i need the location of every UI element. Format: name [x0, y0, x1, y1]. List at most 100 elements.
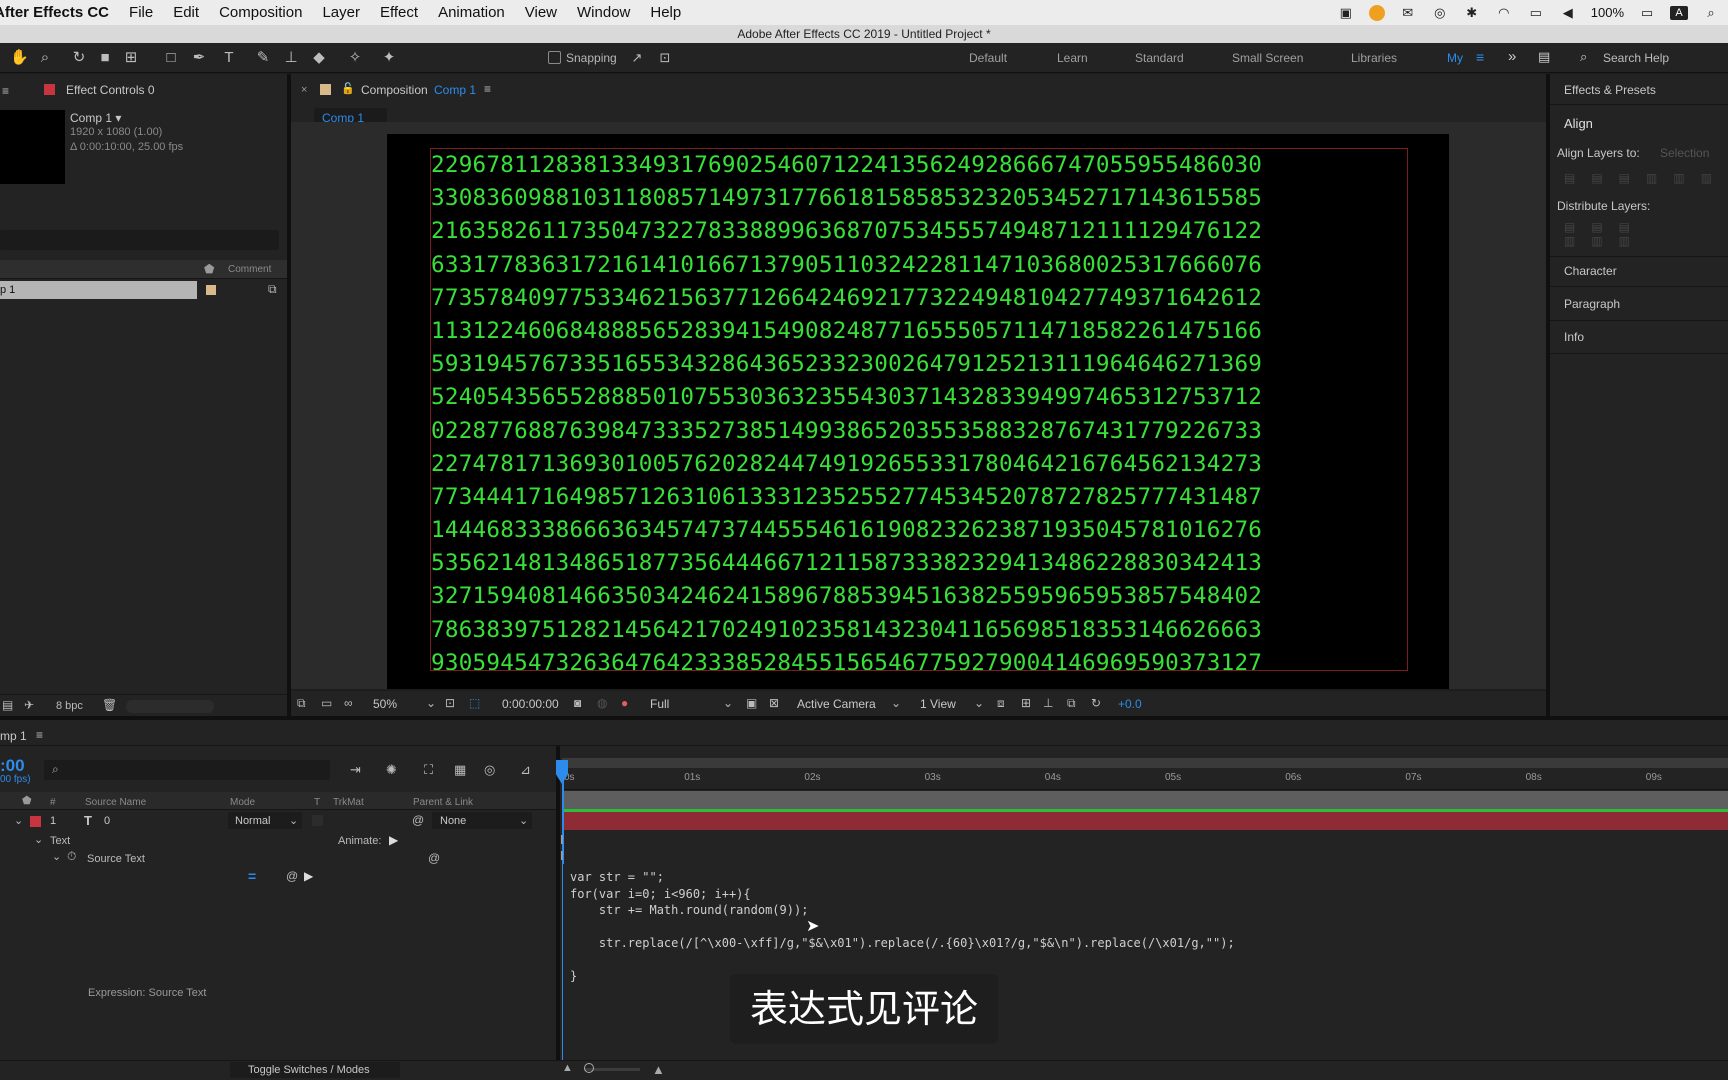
menu-composition[interactable]: Composition [219, 4, 302, 21]
channel-icon[interactable]: ● [621, 696, 628, 710]
animate-menu-icon[interactable]: ▶ [389, 833, 398, 847]
source-name-column[interactable]: Source Name [85, 797, 146, 808]
bit-depth[interactable]: 8 bpc [56, 700, 83, 712]
snap-edges-icon[interactable]: ↗ [628, 49, 646, 67]
wifi-icon[interactable]: ◠ [1495, 5, 1513, 20]
workspace-default[interactable]: Default [969, 51, 1007, 65]
text-layer-digits[interactable]: 2296781128381334931769025460712241356249… [430, 148, 1408, 671]
project-search-input[interactable] [0, 230, 279, 250]
source-text-pickwhip-icon[interactable]: @ [428, 851, 440, 865]
snapping-checkbox[interactable] [548, 51, 561, 64]
menu-layer[interactable]: Layer [322, 4, 360, 21]
always-preview-icon[interactable]: ⧉ [297, 696, 306, 711]
workspace-menu-icon[interactable]: ≡ [1476, 49, 1484, 65]
source-text-twirl-icon[interactable]: ⌄ [52, 850, 61, 863]
mask-visibility-icon[interactable]: ∞ [344, 696, 353, 710]
timeline-search-input[interactable] [44, 760, 330, 780]
input-source[interactable]: A [1670, 5, 1688, 20]
zoom-slider-handle[interactable] [584, 1063, 594, 1073]
sync-settings-icon[interactable]: ▤ [1538, 49, 1550, 65]
region-of-interest-icon[interactable]: ⬚ [469, 696, 480, 710]
paragraph-tab[interactable]: Paragraph [1564, 297, 1620, 311]
graph-editor-icon[interactable]: ⊿ [520, 762, 531, 778]
draft-3d-icon[interactable]: ✺ [386, 762, 397, 778]
magnification-select[interactable]: 50% [373, 697, 397, 711]
parent-dropdown-icon[interactable]: ⌄ [519, 814, 528, 827]
frame-blending-icon[interactable]: ▦ [454, 762, 466, 778]
interpret-footage-icon[interactable]: ▤ [2, 698, 13, 712]
menu-file[interactable]: File [129, 4, 153, 21]
trkmat-column[interactable]: TrkMat [333, 797, 364, 808]
flowchart-view-icon[interactable]: ⧉ [1067, 696, 1076, 711]
thumbnail-slider[interactable] [126, 700, 214, 713]
resolution-select[interactable]: Full [650, 697, 669, 711]
view-dropdown-icon[interactable]: ⌄ [974, 696, 984, 710]
info-tab[interactable]: Info [1564, 330, 1584, 344]
fit-icon[interactable]: ⊡ [445, 696, 455, 710]
project-row-label[interactable] [206, 285, 216, 295]
transparency-grid-icon[interactable]: ⊠ [769, 696, 779, 710]
layer-duration-bar[interactable] [562, 812, 1728, 830]
menu-edit[interactable]: Edit [173, 4, 199, 21]
zoom-tool-icon[interactable]: ⌕ [36, 49, 54, 67]
resolution-dropdown-icon[interactable]: ⌄ [723, 696, 733, 710]
toggle-pixel-aspect-icon[interactable]: ⧈ [997, 696, 1005, 711]
trash-icon[interactable]: 🗑 [102, 698, 117, 712]
t-column[interactable]: T [314, 797, 320, 808]
type-tool-icon[interactable]: T [220, 49, 238, 67]
zoom-out-icon[interactable]: ▲ [562, 1062, 573, 1074]
search-help-input[interactable]: Search Help [1603, 51, 1669, 65]
composition-tab-link[interactable]: Comp 1 [434, 83, 476, 97]
label-column-icon[interactable]: ⬟ [22, 794, 32, 807]
camera-select[interactable]: Active Camera [797, 697, 876, 711]
bluetooth-icon[interactable]: ✱ [1463, 5, 1481, 20]
workspace-learn[interactable]: Learn [1057, 51, 1088, 65]
expression-enable-icon[interactable]: = [248, 868, 256, 884]
search-icon[interactable]: ⌕ [1580, 49, 1587, 65]
align-buttons[interactable]: ▤▤▤▥▥▥ [1564, 171, 1728, 185]
timeline-timecode[interactable]: :00 [0, 756, 25, 776]
source-text-property[interactable]: Source Text [87, 853, 145, 865]
lock-icon[interactable]: 🔓 [341, 82, 355, 95]
hand-tool-icon[interactable]: ✋ [10, 49, 29, 67]
flowchart-icon[interactable]: ⧉ [268, 282, 277, 297]
mode-dropdown-icon[interactable]: ⌄ [289, 814, 298, 827]
menu-animation[interactable]: Animation [438, 4, 505, 21]
pick-whip-icon[interactable]: @ [412, 813, 424, 827]
effect-controls-tab[interactable]: Effect Controls 0 [66, 83, 155, 97]
rectangle-tool-icon[interactable]: □ [162, 49, 180, 67]
work-area-bar[interactable] [562, 758, 1728, 768]
label-tag-icon[interactable]: ⬟ [204, 262, 214, 276]
emoji-app-icon[interactable] [1368, 4, 1385, 21]
workspace-standard[interactable]: Standard [1135, 51, 1184, 65]
rotate-tool-icon[interactable]: ↻ [70, 49, 88, 67]
layer-label-color[interactable] [30, 816, 41, 827]
workspace-my[interactable]: My [1447, 51, 1463, 65]
puppet-tool-icon[interactable]: ✦ [380, 49, 398, 67]
stopwatch-icon[interactable]: ⏱ [67, 849, 76, 864]
motion-blur-icon[interactable]: ◎ [484, 762, 495, 778]
parent-column[interactable]: Parent & Link [413, 797, 473, 808]
panel-menu-icon[interactable]: ≡ [2, 84, 9, 98]
workspace-small-screen[interactable]: Small Screen [1232, 51, 1303, 65]
camera-tool-icon[interactable]: ■ [96, 49, 114, 67]
preserve-transparency-box[interactable] [312, 815, 323, 826]
brush-tool-icon[interactable]: ✎ [254, 49, 272, 67]
volume-icon[interactable]: ◀ [1559, 5, 1577, 20]
align-tab[interactable]: Align [1564, 116, 1593, 131]
clone-stamp-tool-icon[interactable]: ⊥ [282, 49, 300, 67]
eraser-tool-icon[interactable]: ◆ [310, 49, 328, 67]
camera-dropdown-icon[interactable]: ⌄ [891, 696, 901, 710]
comp-name[interactable]: Comp 1 ▾ [70, 111, 121, 125]
menu-effect[interactable]: Effect [380, 4, 418, 21]
airplay-icon[interactable]: ▭ [1527, 5, 1545, 20]
effects-presets-tab[interactable]: Effects & Presets [1564, 83, 1656, 97]
wechat-icon[interactable]: ✉ [1399, 5, 1417, 20]
project-row-selected[interactable] [0, 281, 197, 299]
timeline-comp-tab[interactable]: mp 1 [0, 729, 27, 743]
character-tab[interactable]: Character [1564, 264, 1617, 278]
menu-view[interactable]: View [525, 4, 557, 21]
show-snapshot-icon[interactable]: ◍ [597, 696, 607, 710]
menu-window[interactable]: Window [577, 4, 630, 21]
number-column[interactable]: # [50, 797, 56, 808]
